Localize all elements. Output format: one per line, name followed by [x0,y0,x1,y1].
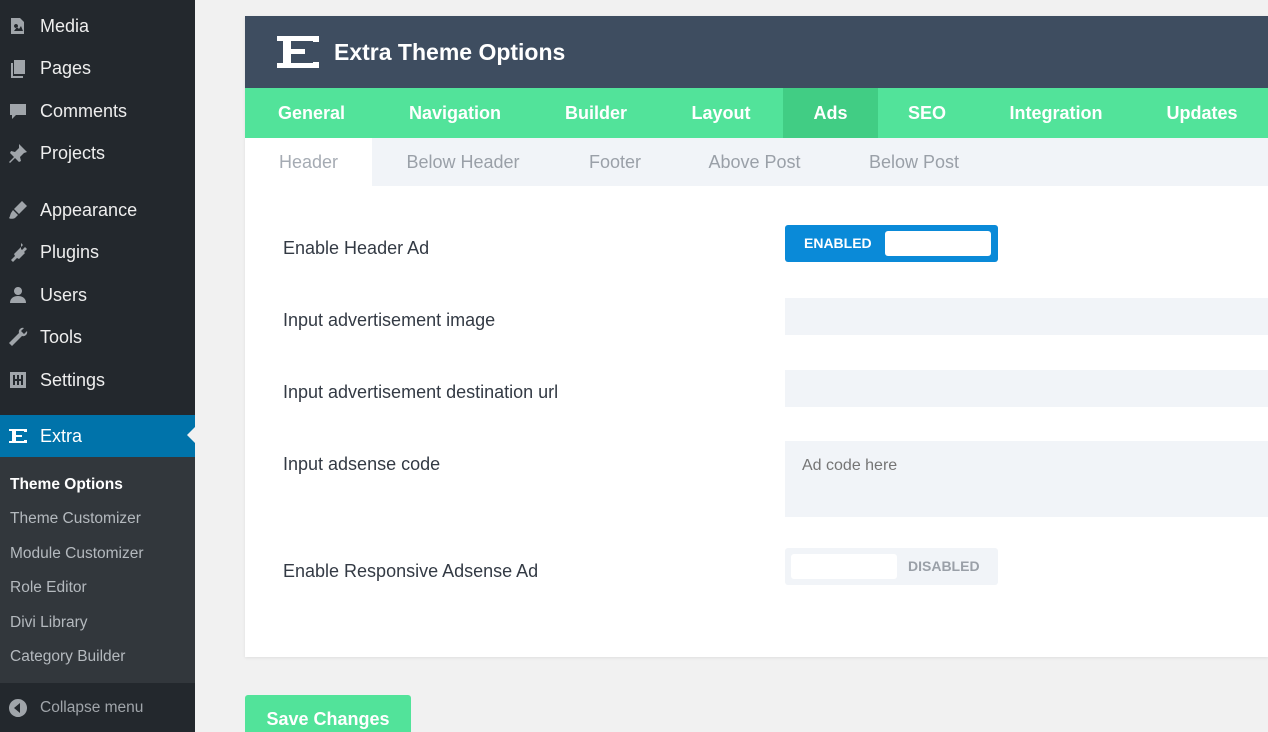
enable-header-ad-label: Enable Header Ad [283,238,430,258]
pages-icon [7,57,29,79]
sidebar-item-label: Settings [40,369,106,390]
submenu-item-category-builder[interactable]: Category Builder [10,648,125,666]
extra-logo-icon [7,425,29,447]
sidebar-item-label: Projects [40,142,106,163]
ad-image-label: Input advertisement image [283,310,496,330]
submenu-item-role-editor[interactable]: Role Editor [10,579,87,597]
extra-logo-icon [277,36,319,68]
toggle-knob [791,554,897,579]
tab-general[interactable]: General [245,88,378,138]
media-icon [7,15,29,37]
main-tabs: General Navigation Builder Layout Ads SE… [245,88,1268,138]
extra-submenu: Theme Options Theme Customizer Module Cu… [0,457,195,683]
adsense-code-label: Input adsense code [283,454,441,474]
collapse-menu-button[interactable]: Collapse menu [0,683,195,732]
sidebar-item-projects[interactable]: Projects [0,133,195,173]
sidebar-item-label: Extra [40,425,83,446]
sidebar-item-label: Pages [40,57,92,78]
comments-icon [7,100,29,122]
sidebar-item-label: Users [40,284,88,305]
toggle-knob [885,231,991,256]
tab-integration[interactable]: Integration [976,88,1136,138]
wrench-icon [7,326,29,348]
sidebar-item-tools[interactable]: Tools [0,317,195,357]
submenu-item-theme-options[interactable]: Theme Options [10,476,123,494]
sidebar-item-label: Comments [40,100,128,121]
settings-icon [7,369,29,391]
subtab-below-header[interactable]: Below Header [372,138,554,186]
sidebar-item-label: Media [40,15,90,36]
tab-navigation[interactable]: Navigation [388,88,522,138]
ad-url-input[interactable] [785,370,1268,407]
submenu-item-theme-customizer[interactable]: Theme Customizer [10,510,141,528]
sidebar-item-extra[interactable]: Extra [0,415,195,457]
toggle-state-label: DISABLED [908,558,980,574]
save-changes-button[interactable]: Save Changes [245,695,411,732]
plugin-icon [7,241,29,263]
collapse-menu-label: Collapse menu [40,698,144,716]
responsive-adsense-label: Enable Responsive Adsense Ad [283,561,539,581]
sidebar-item-appearance[interactable]: Appearance [0,190,195,230]
sidebar-item-label: Plugins [40,241,100,262]
ad-url-label: Input advertisement destination url [283,382,559,402]
sidebar-item-users[interactable]: Users [0,275,195,315]
panel-header: Extra Theme Options [245,16,1268,88]
admin-sidebar: Media Pages Comments Projects Appearance… [0,0,195,732]
subtab-below-post[interactable]: Below Post [833,138,995,186]
page-title: Extra Theme Options [334,38,566,65]
sidebar-item-label: Tools [40,326,83,347]
toggle-state-label: ENABLED [804,235,872,251]
adsense-code-textarea[interactable] [785,441,1268,517]
tab-builder[interactable]: Builder [533,88,659,138]
sidebar-item-settings[interactable]: Settings [0,360,195,400]
subtab-footer[interactable]: Footer [554,138,676,186]
collapse-arrow-icon [7,697,29,719]
subtab-header[interactable]: Header [245,138,372,186]
sidebar-item-label: Appearance [40,199,138,220]
tab-updates[interactable]: Updates [1136,88,1268,138]
sub-tabs: Header Below Header Footer Above Post Be… [245,138,1268,186]
tab-seo[interactable]: SEO [878,88,976,138]
tab-ads[interactable]: Ads [783,88,878,138]
ad-image-input[interactable] [785,298,1268,335]
pin-icon [7,142,29,164]
enable-header-ad-toggle[interactable]: ENABLED [785,225,998,262]
submenu-item-module-customizer[interactable]: Module Customizer [10,545,144,563]
sidebar-item-pages[interactable]: Pages [0,48,195,88]
theme-options-panel: Extra Theme Options General Navigation B… [245,16,1268,657]
tab-layout[interactable]: Layout [659,88,783,138]
paintbrush-icon [7,199,29,221]
submenu-item-divi-library[interactable]: Divi Library [10,614,88,632]
sidebar-item-plugins[interactable]: Plugins [0,232,195,272]
sidebar-item-media[interactable]: Media [0,6,195,46]
user-icon [7,284,29,306]
responsive-adsense-toggle[interactable]: DISABLED [785,548,998,585]
subtab-above-post[interactable]: Above Post [676,138,833,186]
sidebar-item-comments[interactable]: Comments [0,91,195,131]
